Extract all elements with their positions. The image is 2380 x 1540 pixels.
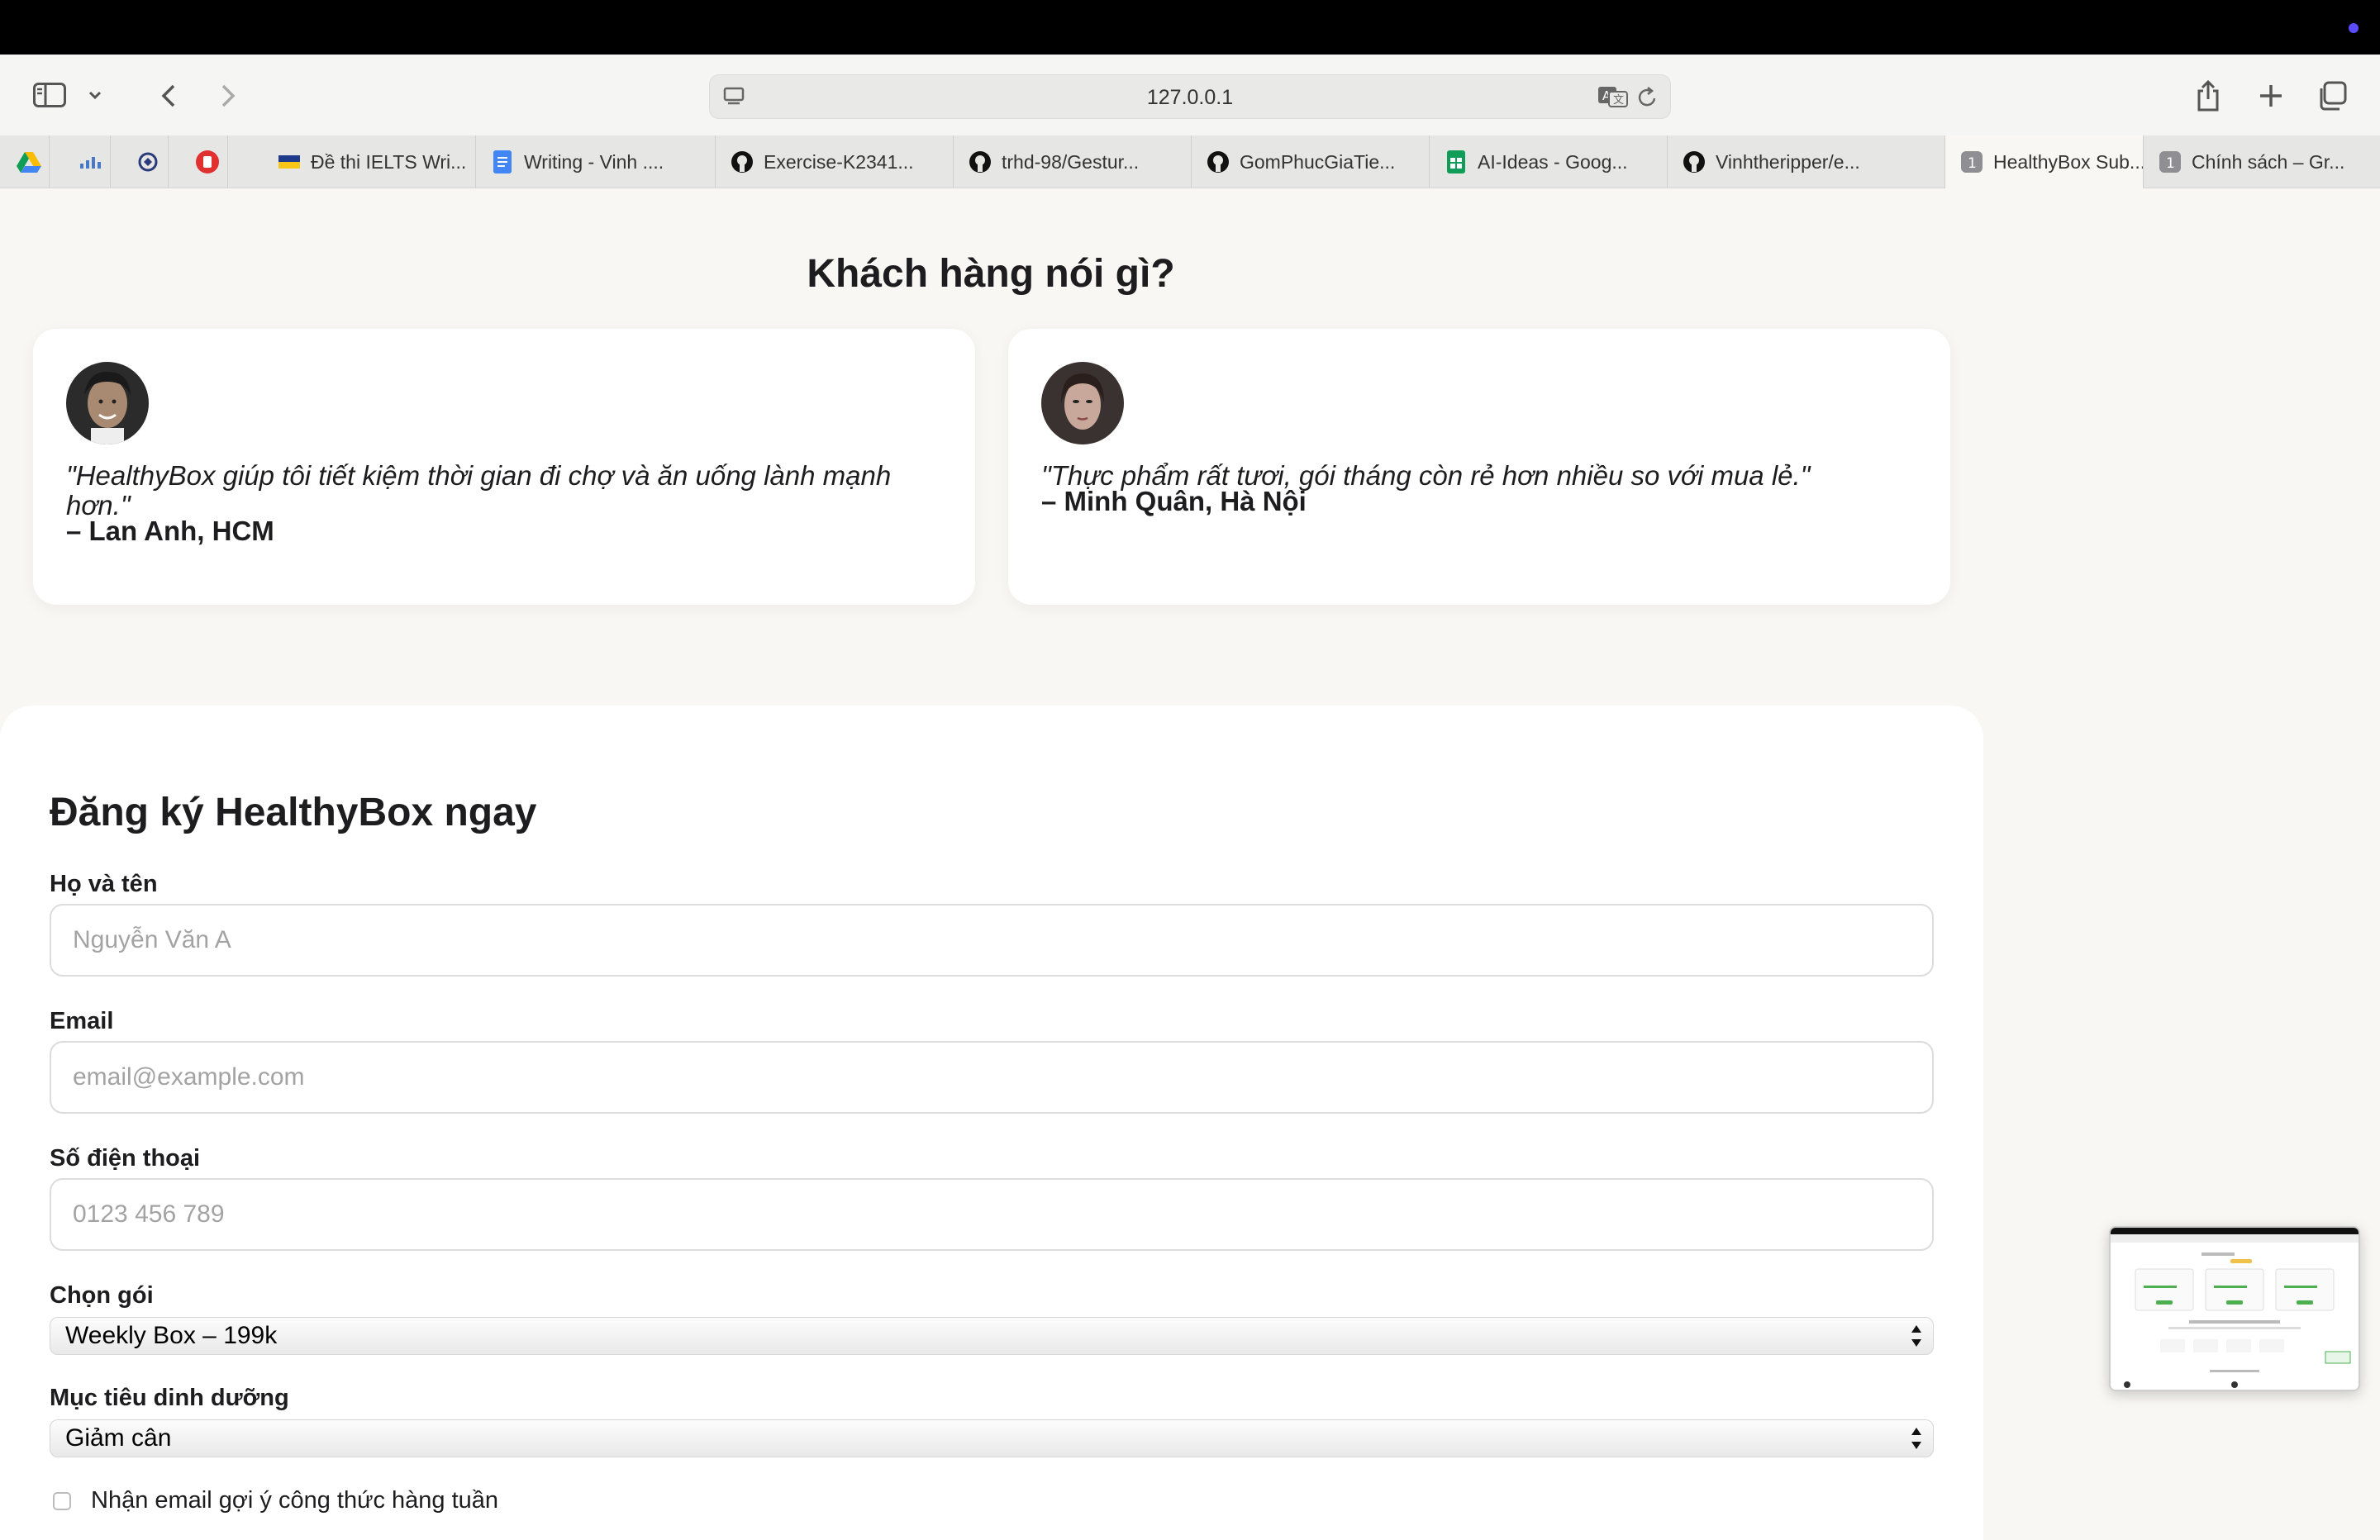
name-label: Họ và tên xyxy=(50,871,158,897)
tab-label: AI-Ideas - Goog... xyxy=(1478,150,1628,173)
back-icon[interactable] xyxy=(159,83,178,109)
phone-input[interactable] xyxy=(50,1178,1934,1251)
sheets-icon xyxy=(1445,150,1468,173)
tab-bar: Đề thi IELTS Wri... Writing - Vinh .... … xyxy=(0,135,2380,188)
status-dot-icon xyxy=(2349,23,2359,33)
goal-select-value: Giảm cân xyxy=(65,1424,172,1452)
github-icon xyxy=(731,150,754,173)
newsletter-option[interactable]: Nhận email gợi ý công thức hàng tuần xyxy=(53,1487,498,1514)
svg-text:1: 1 xyxy=(1968,155,1977,172)
testimonials-title: Khách hàng nói gì? xyxy=(807,252,1175,296)
newsletter-label: Nhận email gợi ý công thức hàng tuần xyxy=(91,1487,499,1514)
github-icon xyxy=(969,150,992,173)
phone-label: Số điện thoại xyxy=(50,1145,201,1172)
tab-vinhtheripper[interactable]: Vinhtheripper/e... xyxy=(1668,135,1945,188)
tab-group-icon: 1 xyxy=(2159,150,2182,173)
browser-toolbar: 127.0.0.1 A文 xyxy=(0,55,2380,135)
flag-icon xyxy=(278,150,301,173)
name-input[interactable] xyxy=(50,904,1934,977)
tab-gesture[interactable]: trhd-98/Gestur... xyxy=(954,135,1192,188)
tab-ai-ideas[interactable]: AI-Ideas - Goog... xyxy=(1430,135,1668,188)
tab-label: Đề thi IELTS Wri... xyxy=(311,150,467,173)
chevron-down-icon[interactable] xyxy=(88,89,102,101)
pinned-tab-analytics-icon[interactable] xyxy=(69,135,111,188)
tab-group-icon: 1 xyxy=(1960,150,1983,173)
svg-text:文: 文 xyxy=(1613,94,1624,107)
tab-chinh-sach[interactable]: 1 Chính sách – Gr... xyxy=(2144,135,2380,188)
goal-label: Mục tiêu dinh dưỡng xyxy=(50,1385,289,1411)
translate-icon[interactable]: A文 xyxy=(1597,85,1629,112)
avatar xyxy=(1041,362,1124,444)
form-title: Đăng ký HealthyBox ngay xyxy=(50,791,537,834)
reload-icon[interactable] xyxy=(1637,86,1659,113)
tab-label: Chính sách – Gr... xyxy=(2192,150,2345,173)
address-bar[interactable]: 127.0.0.1 A文 xyxy=(709,74,1671,119)
forward-icon[interactable] xyxy=(218,83,238,109)
avatar xyxy=(66,362,149,444)
tab-healthybox[interactable]: 1 HealthyBox Sub... xyxy=(1945,135,2144,188)
tab-label: Writing - Vinh .... xyxy=(524,150,664,173)
tab-label: Exercise-K2341... xyxy=(764,150,914,173)
tab-label: GomPhucGiaTie... xyxy=(1240,150,1396,173)
pinned-tab-circle-icon[interactable] xyxy=(127,135,169,188)
plan-label: Chọn gói xyxy=(50,1282,154,1309)
share-icon[interactable] xyxy=(2195,79,2221,112)
testimonial-card: "Thực phẩm rất tươi, gói tháng còn rẻ hơ… xyxy=(1008,329,1950,605)
select-arrows-icon xyxy=(1910,1425,1923,1458)
pinned-tab-drive-icon[interactable] xyxy=(8,135,50,188)
pinned-tab-red-icon[interactable] xyxy=(187,135,228,188)
tab-gomphuc[interactable]: GomPhucGiaTie... xyxy=(1192,135,1430,188)
tab-label: Vinhtheripper/e... xyxy=(1716,150,1860,173)
tab-ielts[interactable]: Đề thi IELTS Wri... xyxy=(263,135,476,188)
tab-exercise[interactable]: Exercise-K2341... xyxy=(716,135,954,188)
plan-select[interactable]: Weekly Box – 199k xyxy=(50,1317,1934,1355)
testimonial-author: – Minh Quân, Hà Nội xyxy=(1041,486,1307,516)
page-content: Khách hàng nói gì? "HealthyBox giúp tôi … xyxy=(0,188,2380,1540)
github-icon xyxy=(1207,150,1230,173)
goal-select[interactable]: Giảm cân xyxy=(50,1419,1934,1457)
plan-select-value: Weekly Box – 199k xyxy=(65,1322,278,1349)
testimonial-quote: "HealthyBox giúp tôi tiết kiệm thời gian… xyxy=(66,460,892,520)
docs-icon xyxy=(491,150,514,173)
page-preview-thumbnail[interactable] xyxy=(2109,1226,2360,1391)
email-input[interactable] xyxy=(50,1041,1934,1114)
select-arrows-icon xyxy=(1910,1323,1923,1356)
url-text: 127.0.0.1 xyxy=(1146,86,1234,109)
signup-form: Đăng ký HealthyBox ngay Họ và tên Email … xyxy=(0,706,1983,1540)
new-tab-icon[interactable] xyxy=(2258,83,2284,109)
tab-label: HealthyBox Sub... xyxy=(1993,150,2144,173)
email-label: Email xyxy=(50,1008,114,1034)
newsletter-checkbox[interactable] xyxy=(53,1491,71,1510)
tab-overview-icon[interactable] xyxy=(2317,81,2347,111)
sidebar-toggle-icon[interactable] xyxy=(33,83,66,107)
testimonial-card: "HealthyBox giúp tôi tiết kiệm thời gian… xyxy=(33,329,975,605)
svg-text:1: 1 xyxy=(2166,155,2175,172)
github-icon xyxy=(1683,150,1706,173)
tab-writing[interactable]: Writing - Vinh .... xyxy=(476,135,716,188)
testimonial-author: – Lan Anh, HCM xyxy=(66,516,274,546)
system-top-bar xyxy=(0,0,2380,55)
tab-label: trhd-98/Gestur... xyxy=(1002,150,1140,173)
